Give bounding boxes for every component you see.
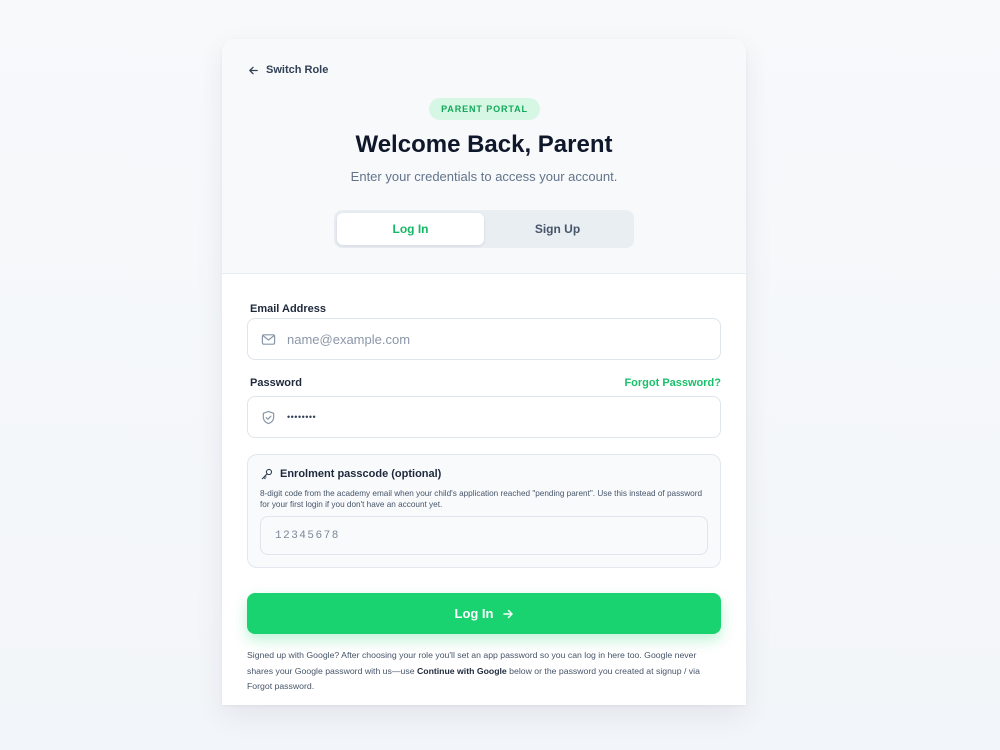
arrow-left-icon [249, 66, 258, 74]
email-input[interactable] [287, 331, 687, 347]
log-in-button-label: Log In [454, 606, 494, 621]
tab-log-in[interactable]: Log In [337, 213, 484, 245]
passcode-help-text: 8-digit code from the academy email when… [260, 489, 703, 509]
arrow-right-icon [502, 609, 513, 618]
forgot-password-link[interactable]: Forgot Password? [624, 377, 721, 389]
switch-role-label: Switch Role [266, 64, 329, 76]
mail-icon [261, 333, 276, 345]
password-label: Password [250, 377, 302, 389]
auth-tabs: Log In Sign Up [334, 210, 634, 248]
passcode-title: Enrolment passcode (optional) [261, 468, 441, 480]
password-value[interactable]: •••••••• [287, 412, 316, 422]
tab-sign-up[interactable]: Sign Up [484, 213, 631, 245]
key-icon [261, 468, 273, 480]
passcode-panel: Enrolment passcode (optional) 8-digit co… [247, 454, 721, 568]
google-signup-note: Signed up with Google? After choosing yo… [247, 648, 721, 695]
email-field[interactable] [247, 318, 721, 360]
log-in-button[interactable]: Log In [247, 593, 721, 634]
page-subtitle: Enter your credentials to access your ac… [350, 169, 618, 184]
email-label: Email Address [250, 303, 327, 315]
passcode-title-text: Enrolment passcode (optional) [280, 468, 442, 480]
portal-badge: PARENT PORTAL [429, 98, 540, 120]
passcode-input[interactable] [275, 529, 675, 542]
card-header: Switch Role PARENT PORTAL Welcome Back, … [222, 39, 746, 274]
passcode-field[interactable] [260, 516, 708, 555]
login-card: Switch Role PARENT PORTAL Welcome Back, … [222, 39, 746, 705]
page-title: Welcome Back, Parent [355, 131, 613, 158]
note-continue-with-google: Continue with Google [416, 665, 507, 676]
password-field[interactable]: •••••••• [247, 396, 721, 438]
switch-role-link[interactable]: Switch Role [248, 64, 328, 76]
shield-check-icon [262, 410, 275, 424]
